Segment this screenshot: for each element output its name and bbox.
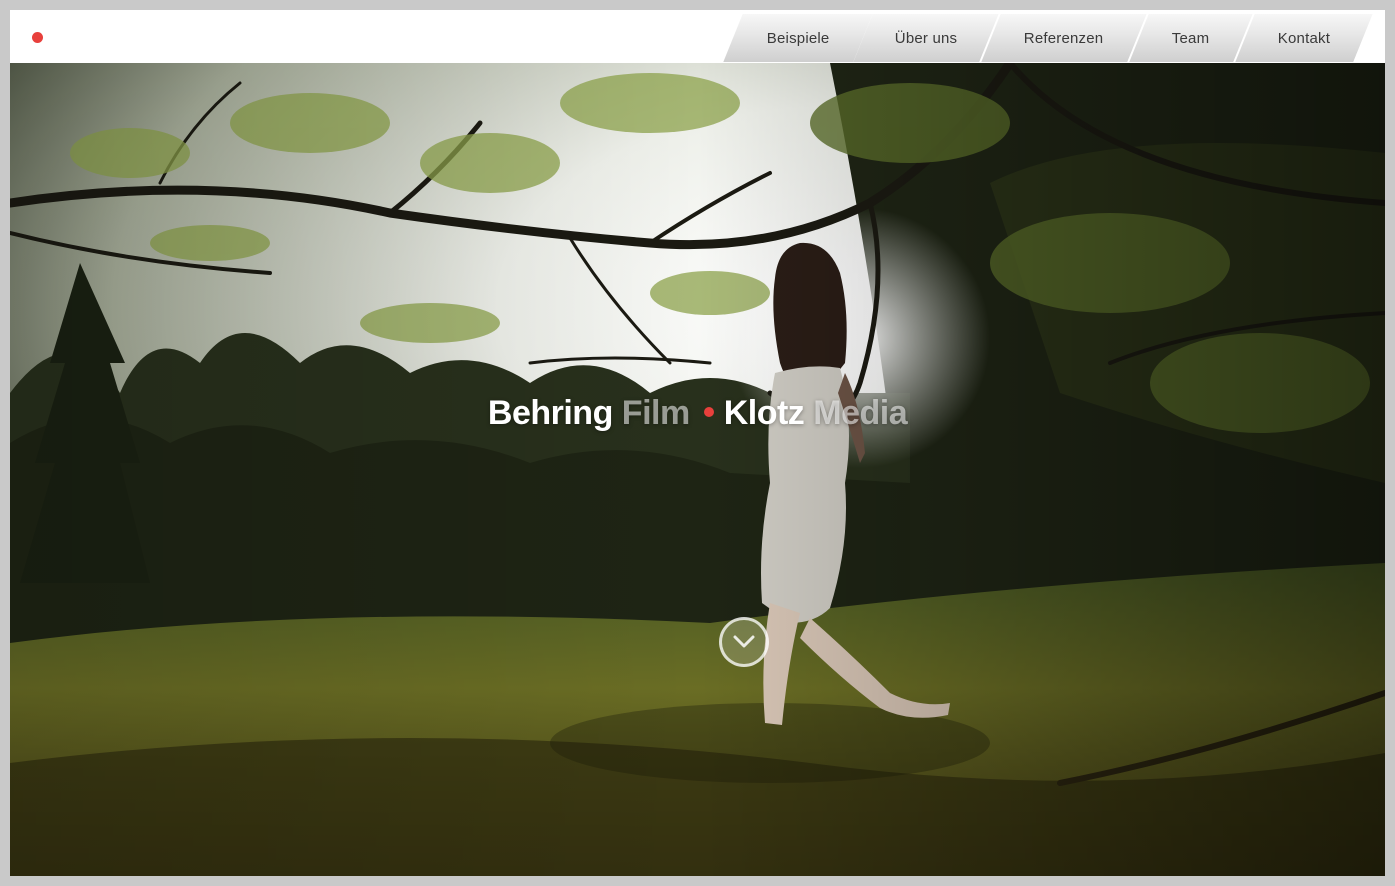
nav-item-label: Über uns (894, 29, 958, 47)
nav-item-label: Beispiele (766, 29, 830, 47)
chevron-down-icon (733, 635, 755, 648)
brand-dot-logo[interactable] (32, 32, 43, 43)
title-separator-dot (703, 407, 714, 418)
forest-scene-image (10, 63, 1385, 876)
nav-item-ueber-uns[interactable]: Über uns (853, 14, 1000, 62)
scroll-down-button[interactable] (719, 617, 769, 667)
nav-item-kontakt[interactable]: Kontakt (1235, 14, 1374, 62)
nav-item-beispiele[interactable]: Beispiele (723, 14, 874, 62)
nav-item-label: Team (1172, 29, 1210, 47)
title-behring: Behring (487, 394, 613, 432)
browser-frame: Beispiele Über uns Referenzen Team Konta… (10, 10, 1385, 876)
nav-item-referenzen[interactable]: Referenzen (981, 14, 1148, 62)
title-klotz: Klotz (723, 394, 805, 432)
nav-item-label: Kontakt (1277, 29, 1331, 47)
title-film: Film (621, 394, 690, 432)
hero-title: Behring Film Klotz Media (10, 394, 1385, 433)
main-navigation: Beispiele Über uns Referenzen Team Konta… (705, 10, 1385, 63)
title-media: Media (813, 394, 908, 432)
top-bar: Beispiele Über uns Referenzen Team Konta… (10, 10, 1385, 63)
nav-item-team[interactable]: Team (1129, 14, 1254, 62)
hero-video-background (10, 63, 1385, 876)
nav-item-label: Referenzen (1024, 29, 1104, 47)
